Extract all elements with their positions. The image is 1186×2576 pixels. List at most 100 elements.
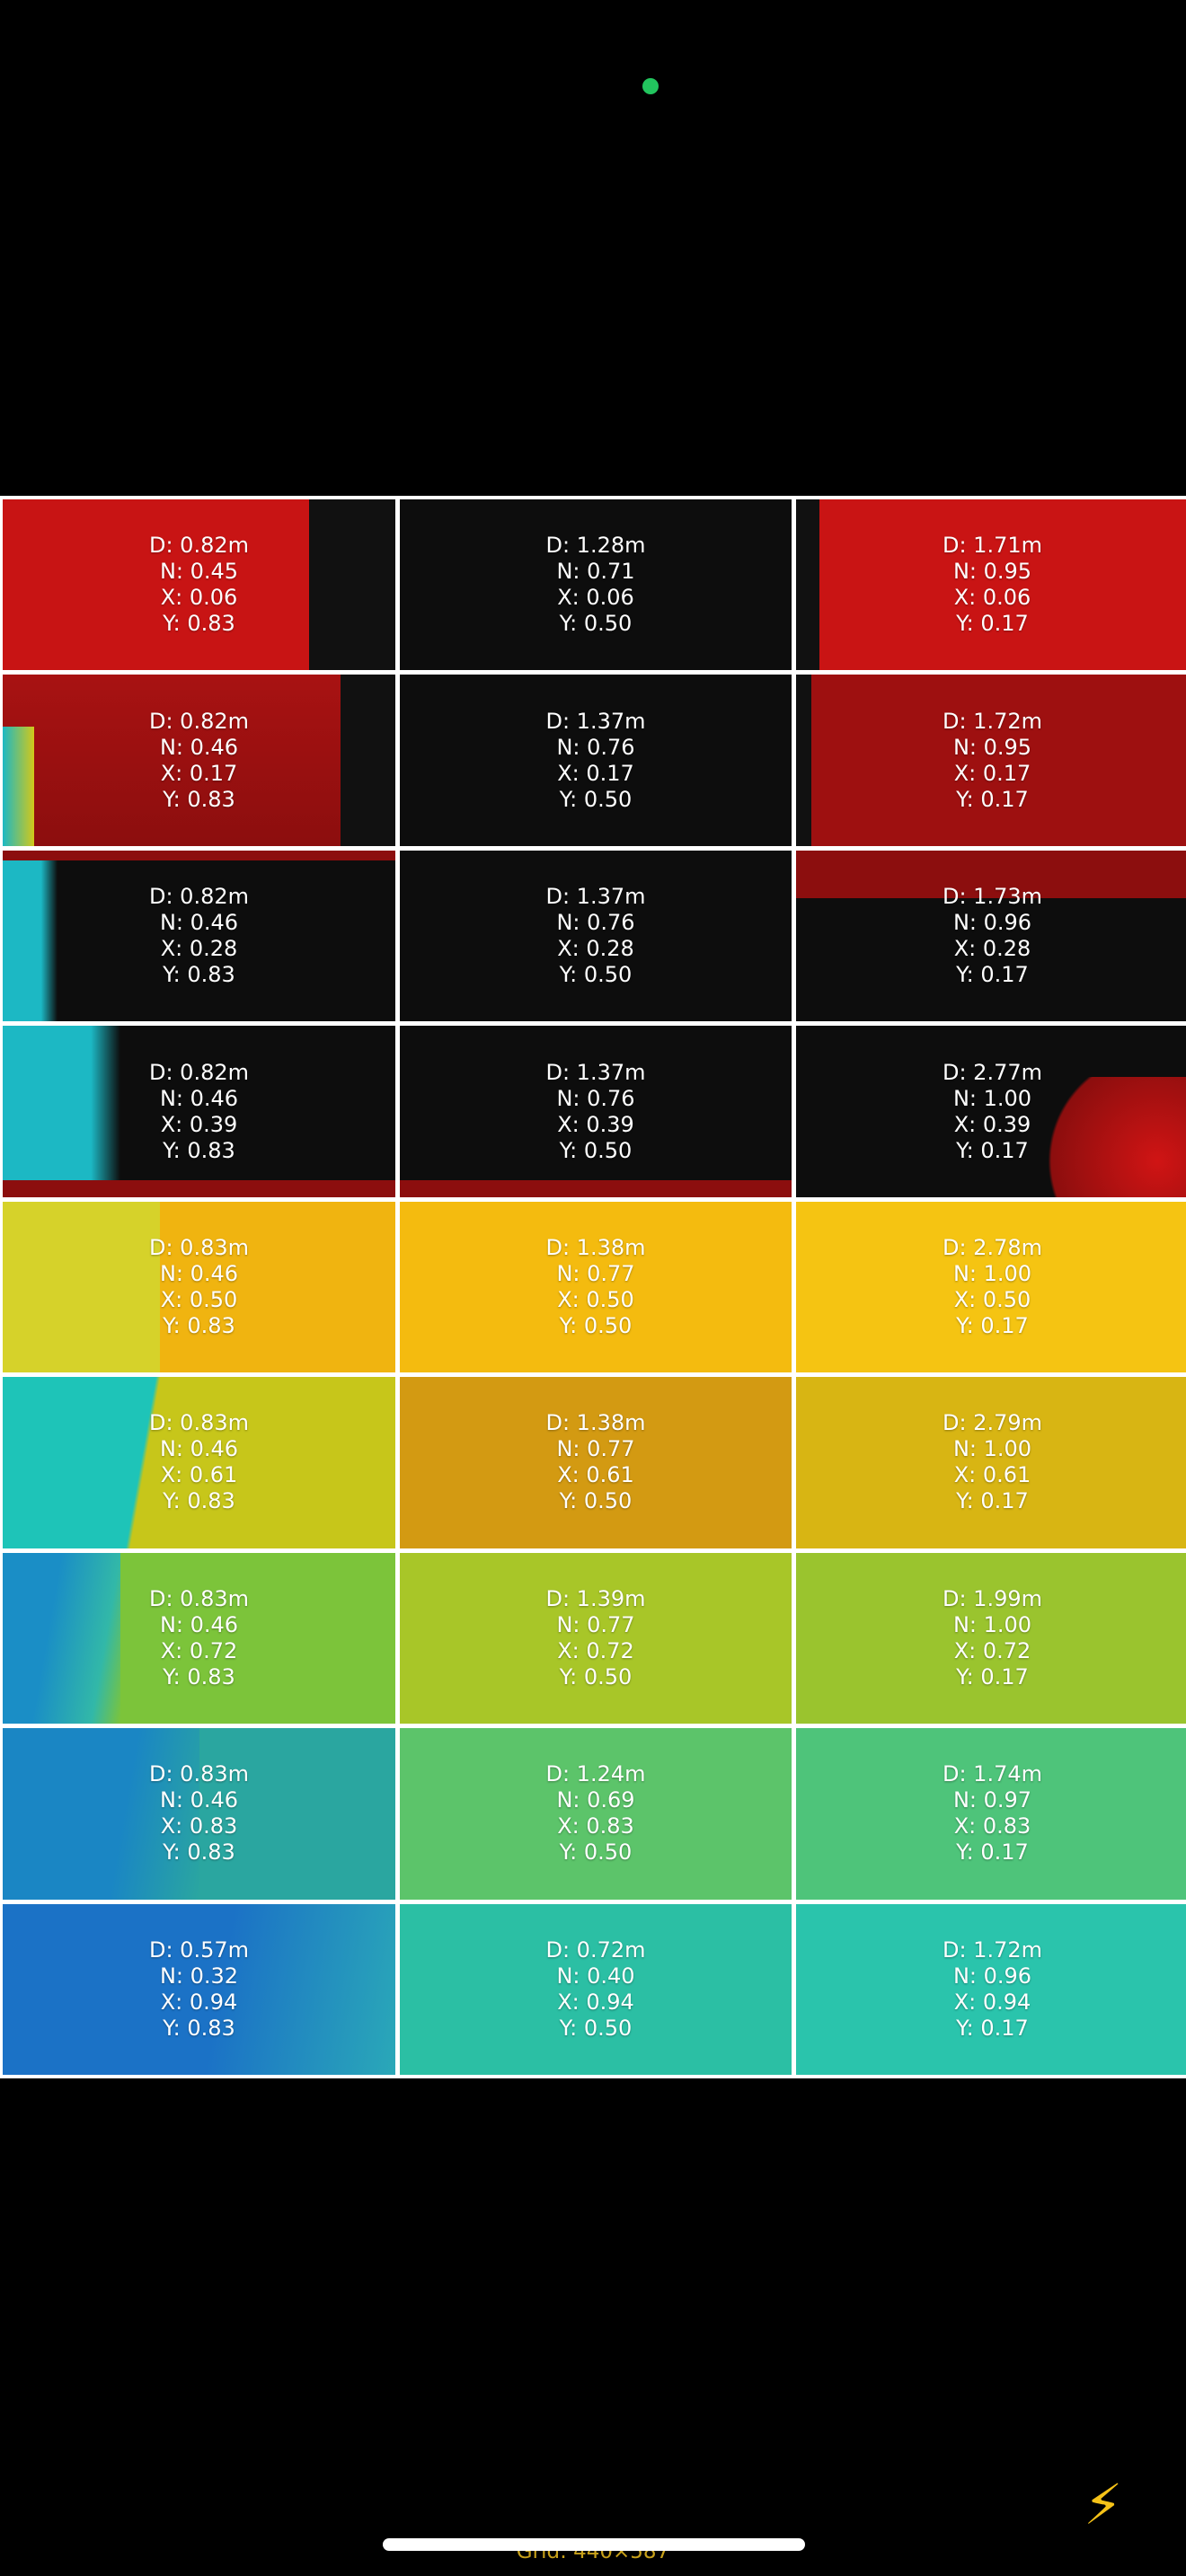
grid-cell: D: 0.82m N: 0.46 X: 0.28 Y: 0.83 [3, 850, 395, 1022]
readout-x: X: 0.06 [953, 585, 1031, 611]
cell-readout: D: 1.24m N: 0.69 X: 0.83 Y: 0.50 [545, 1761, 645, 1866]
grid-cell: D: 2.77m N: 1.00 X: 0.39 Y: 0.17 [796, 1026, 1186, 1197]
readout-d: D: 1.99m [942, 1585, 1042, 1611]
readout-y: Y: 0.83 [163, 1137, 235, 1163]
readout-n: N: 1.00 [952, 1436, 1032, 1462]
cell-readout: D: 1.39m N: 0.77 X: 0.72 Y: 0.50 [545, 1586, 645, 1690]
readout-d: D: 0.82m [148, 533, 249, 559]
readout-d: D: 1.38m [545, 1410, 646, 1436]
readout-x: X: 0.83 [953, 1813, 1031, 1839]
depth-region [3, 850, 395, 861]
grid-cell: D: 0.82m N: 0.46 X: 0.39 Y: 0.83 [3, 1026, 395, 1197]
readout-y: Y: 0.50 [559, 1488, 633, 1514]
depth-grid: D: 0.82m N: 0.45 X: 0.06 Y: 0.83 D: 1.28m N: … [0, 496, 1186, 2078]
readout-n: N: 0.46 [159, 1436, 239, 1462]
readout-n: N: 0.46 [159, 910, 239, 936]
readout-d: D: 2.79m [942, 1410, 1042, 1436]
depth-region [1031, 1077, 1186, 1197]
depth-region [3, 1179, 395, 1197]
cell-readout: D: 0.83m N: 0.46 X: 0.83 Y: 0.83 [149, 1761, 249, 1866]
depth-region [3, 850, 58, 1022]
readout-x: X: 0.06 [557, 585, 634, 611]
cell-readout: D: 1.28m N: 0.71 X: 0.06 Y: 0.50 [545, 533, 645, 637]
readout-y: Y: 0.50 [559, 611, 633, 637]
readout-n: N: 0.76 [556, 910, 635, 936]
readout-y: Y: 0.17 [956, 1839, 1029, 1866]
readout-n: N: 0.76 [556, 1085, 635, 1111]
readout-x: X: 0.39 [557, 1111, 634, 1137]
readout-x: X: 0.61 [160, 1462, 238, 1488]
cell-readout: D: 1.73m N: 0.96 X: 0.28 Y: 0.17 [943, 884, 1042, 988]
grid-cell: D: 1.37m N: 0.76 X: 0.17 Y: 0.50 [400, 675, 792, 846]
readout-n: N: 0.77 [556, 1436, 635, 1462]
readout-d: D: 1.37m [545, 1059, 646, 1085]
home-indicator[interactable] [383, 2538, 805, 2551]
readout-y: Y: 0.17 [956, 1312, 1029, 1338]
readout-d: D: 0.82m [148, 1059, 249, 1085]
readout-n: N: 0.96 [952, 910, 1032, 936]
cell-readout: D: 1.38m N: 0.77 X: 0.61 Y: 0.50 [545, 1410, 645, 1514]
readout-x: X: 0.61 [953, 1462, 1031, 1488]
readout-x: X: 0.17 [160, 760, 238, 786]
readout-y: Y: 0.50 [559, 1312, 633, 1338]
grid-cell: D: 1.71m N: 0.95 X: 0.06 Y: 0.17 [796, 499, 1186, 671]
readout-d: D: 1.37m [545, 708, 646, 734]
cell-readout: D: 0.82m N: 0.46 X: 0.39 Y: 0.83 [149, 1060, 249, 1164]
cell-readout: D: 1.72m N: 0.96 X: 0.94 Y: 0.17 [943, 1937, 1042, 2042]
readout-y: Y: 0.50 [559, 1839, 633, 1866]
cell-readout: D: 1.38m N: 0.77 X: 0.50 Y: 0.50 [545, 1235, 645, 1339]
grid-cell: D: 1.37m N: 0.76 X: 0.39 Y: 0.50 [400, 1026, 792, 1197]
readout-n: N: 0.95 [952, 559, 1032, 585]
grid-cell: D: 2.79m N: 1.00 X: 0.61 Y: 0.17 [796, 1377, 1186, 1548]
readout-n: N: 0.45 [159, 559, 239, 585]
depth-region [3, 726, 34, 846]
readout-x: X: 0.17 [557, 760, 634, 786]
flash-icon[interactable]: ⚡ [1084, 2472, 1123, 2537]
grid-cell: D: 0.83m N: 0.46 X: 0.72 Y: 0.83 [3, 1552, 395, 1725]
readout-n: N: 0.46 [159, 1787, 239, 1813]
readout-y: Y: 0.17 [956, 786, 1029, 812]
readout-y: Y: 0.83 [163, 786, 235, 812]
grid-cell: D: 1.28m N: 0.71 X: 0.06 Y: 0.50 [400, 499, 792, 671]
readout-x: X: 0.28 [160, 936, 238, 962]
readout-n: N: 0.46 [159, 734, 239, 760]
readout-y: Y: 0.83 [163, 962, 235, 988]
grid-cell: D: 1.99m N: 1.00 X: 0.72 Y: 0.17 [796, 1552, 1186, 1725]
readout-x: X: 0.72 [160, 1637, 238, 1663]
depth-region [796, 499, 820, 671]
grid-cell: D: 1.38m N: 0.77 X: 0.50 Y: 0.50 [400, 1201, 792, 1373]
readout-d: D: 0.57m [148, 1936, 249, 1963]
grid-cell: D: 0.82m N: 0.45 X: 0.06 Y: 0.83 [3, 499, 395, 671]
grid-cell: D: 1.38m N: 0.77 X: 0.61 Y: 0.50 [400, 1377, 792, 1548]
cell-readout: D: 0.82m N: 0.46 X: 0.17 Y: 0.83 [149, 709, 249, 813]
readout-n: N: 0.46 [159, 1085, 239, 1111]
readout-d: D: 1.73m [942, 884, 1042, 910]
readout-x: X: 0.28 [953, 936, 1031, 962]
readout-n: N: 0.97 [952, 1787, 1032, 1813]
depth-region [3, 1026, 121, 1197]
readout-y: Y: 0.17 [956, 611, 1029, 637]
readout-x: X: 0.83 [160, 1813, 238, 1839]
readout-y: Y: 0.83 [163, 1312, 235, 1338]
cell-readout: D: 1.37m N: 0.76 X: 0.28 Y: 0.50 [545, 884, 645, 988]
readout-d: D: 0.83m [148, 1761, 249, 1787]
cell-readout: D: 1.99m N: 1.00 X: 0.72 Y: 0.17 [943, 1586, 1042, 1690]
depth-region [308, 499, 395, 671]
cell-readout: D: 0.82m N: 0.46 X: 0.28 Y: 0.83 [149, 884, 249, 988]
cell-readout: D: 0.83m N: 0.46 X: 0.50 Y: 0.83 [149, 1235, 249, 1339]
readout-n: N: 0.32 [159, 1963, 239, 1989]
readout-d: D: 2.78m [942, 1234, 1042, 1260]
readout-d: D: 1.38m [545, 1234, 646, 1260]
readout-d: D: 1.74m [942, 1761, 1042, 1787]
readout-y: Y: 0.17 [956, 1663, 1029, 1689]
readout-y: Y: 0.50 [559, 2015, 633, 2041]
readout-d: D: 1.72m [942, 708, 1042, 734]
readout-n: N: 0.96 [952, 1963, 1032, 1989]
readout-y: Y: 0.17 [956, 962, 1029, 988]
depth-region [400, 1179, 792, 1197]
readout-d: D: 0.83m [148, 1585, 249, 1611]
cell-readout: D: 1.72m N: 0.95 X: 0.17 Y: 0.17 [943, 709, 1042, 813]
grid-cell: D: 1.72m N: 0.95 X: 0.17 Y: 0.17 [796, 675, 1186, 846]
depth-region [340, 675, 395, 846]
cell-readout: D: 0.83m N: 0.46 X: 0.72 Y: 0.83 [149, 1586, 249, 1690]
